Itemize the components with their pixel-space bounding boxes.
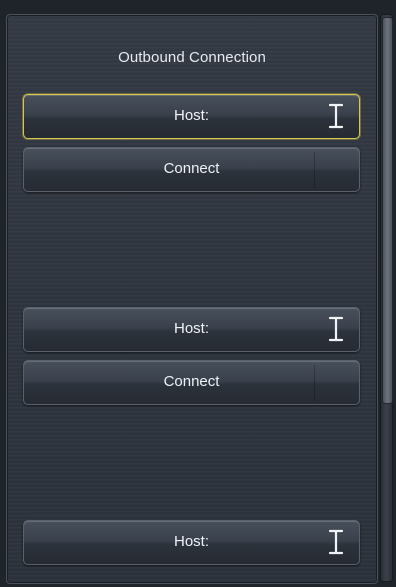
host-label: Host:: [173, 107, 209, 124]
host-label: Host:: [173, 320, 209, 337]
panel-title: Outbound Connection: [118, 49, 266, 66]
scrollbar-thumb[interactable]: [382, 17, 393, 404]
vertical-scrollbar[interactable]: [380, 14, 393, 582]
i-beam-icon: [328, 103, 344, 129]
connect-button-2[interactable]: Connect: [23, 360, 360, 405]
host-label: Host:: [173, 533, 209, 550]
host-field-2[interactable]: Host:: [23, 307, 360, 352]
outbound-connection-panel: Outbound Connection Host: Connect Host: …: [6, 14, 378, 584]
connect-label: Connect: [163, 373, 220, 390]
app-frame: Outbound Connection Host: Connect Host: …: [0, 0, 396, 587]
connect-button-1[interactable]: Connect: [23, 147, 360, 192]
i-beam-icon: [328, 529, 344, 555]
i-beam-icon: [328, 316, 344, 342]
button-divider: [314, 152, 315, 188]
host-field-3[interactable]: Host:: [23, 520, 360, 565]
button-divider: [314, 365, 315, 401]
connect-label: Connect: [163, 160, 220, 177]
host-field-1[interactable]: Host:: [23, 94, 360, 139]
